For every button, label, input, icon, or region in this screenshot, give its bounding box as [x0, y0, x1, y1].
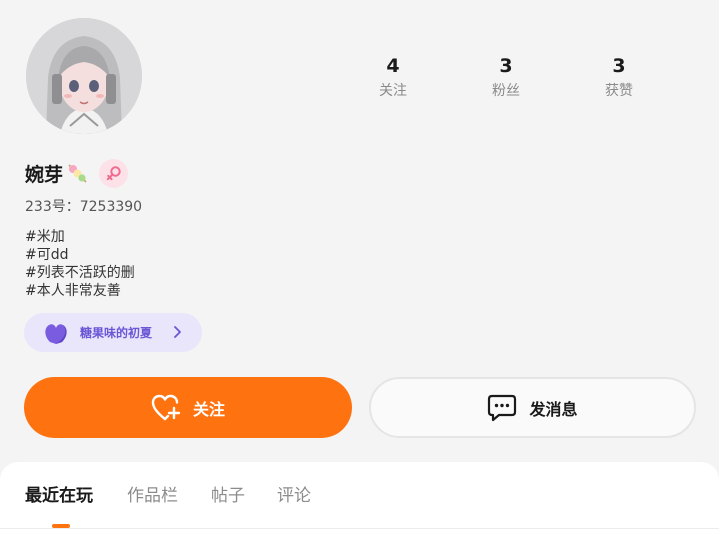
- content-tab-panel: 最近在玩 作品栏 帖子 评论: [0, 462, 719, 552]
- bio-tag: #米加: [25, 229, 65, 245]
- stat-value: 3: [612, 55, 626, 77]
- tab-comments[interactable]: 评论: [277, 484, 311, 508]
- female-icon: [106, 166, 121, 181]
- stat-likes[interactable]: 3 获赞: [579, 54, 659, 103]
- follow-button-label: 关注: [192, 401, 225, 419]
- purple-heart-icon: [45, 323, 67, 344]
- bio-tag: #本人非常友善: [25, 283, 121, 299]
- stat-following[interactable]: 4 关注: [353, 54, 433, 103]
- stat-label: 粉丝: [492, 83, 520, 99]
- stat-followers[interactable]: 3 粉丝: [466, 54, 546, 103]
- user-profile-page: 4 关注 3 粉丝 3 获赞 婉芽 233号：7253390 #米加 #可dd …: [0, 0, 719, 552]
- tab-recently-played[interactable]: 最近在玩: [25, 484, 93, 508]
- bio-tags: #米加 #可dd #列表不活跃的删 #本人非常友善: [25, 228, 135, 300]
- send-message-button[interactable]: 发消息: [369, 377, 696, 438]
- fan-group-badge[interactable]: 糖果味的初夏: [24, 313, 202, 352]
- chat-bubble-icon: [488, 394, 517, 421]
- send-message-label: 发消息: [529, 401, 578, 419]
- tab-works[interactable]: 作品栏: [127, 484, 178, 508]
- tab-bar: 最近在玩 作品栏 帖子 评论: [0, 462, 719, 529]
- username: 婉芽: [25, 163, 64, 186]
- bio-tag: #列表不活跃的删: [25, 265, 135, 281]
- candy-skewer-icon: [68, 164, 87, 183]
- stat-label: 关注: [379, 83, 407, 99]
- name-row: 婉芽: [25, 157, 129, 189]
- bio-tag: #可dd: [25, 247, 69, 263]
- chevron-right-icon: [174, 326, 181, 338]
- stat-label: 获赞: [605, 83, 633, 99]
- stat-value: 4: [386, 55, 400, 77]
- follow-button[interactable]: 关注: [24, 377, 352, 438]
- tab-posts[interactable]: 帖子: [211, 484, 245, 508]
- fan-badge-label: 糖果味的初夏: [80, 326, 153, 340]
- gender-badge: [99, 158, 129, 188]
- active-tab-indicator: [52, 524, 70, 528]
- stat-value: 3: [499, 55, 513, 77]
- heart-plus-icon: [151, 394, 181, 420]
- stats-row: 4 关注 3 粉丝 3 获赞: [0, 54, 719, 114]
- user-id: 233号：7253390: [25, 199, 143, 215]
